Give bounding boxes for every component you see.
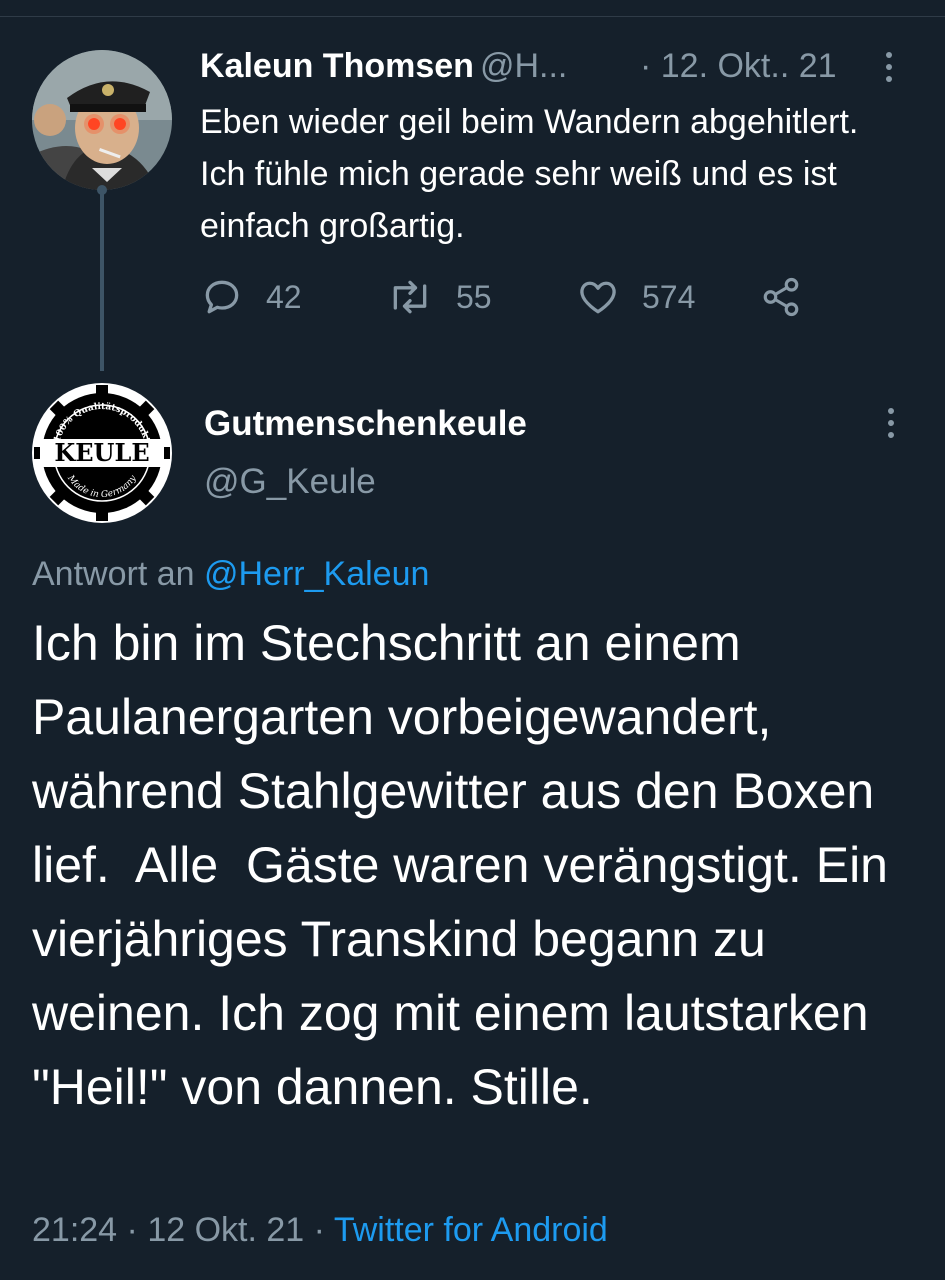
parent-more-options-icon[interactable]	[884, 52, 894, 88]
parent-handle[interactable]: @H...	[480, 47, 567, 85]
parent-tweet-header: Kaleun Thomsen @H... · 12. Okt.. 21	[200, 46, 880, 86]
thread-connector-line	[100, 193, 104, 371]
tweet-date[interactable]: 12 Okt. 21	[147, 1211, 304, 1249]
retweet-action[interactable]: 55	[386, 272, 492, 322]
parent-display-name[interactable]: Kaleun Thomsen	[200, 47, 474, 85]
parent-date[interactable]: · 12. Okt.. 21	[640, 46, 837, 86]
like-action[interactable]: 574	[576, 272, 695, 322]
tweet-time[interactable]: 21:24	[32, 1211, 117, 1249]
retweet-count: 55	[456, 278, 492, 315]
meta-separator-2: ·	[313, 1211, 325, 1249]
reply-tweet-text: Ich bin im Stechschritt an einem Paulane…	[32, 615, 902, 1115]
top-divider	[0, 0, 945, 17]
reply-handle[interactable]: @G_Keule	[204, 460, 376, 504]
heart-icon	[580, 281, 616, 314]
reply-more-options-icon[interactable]	[886, 408, 896, 444]
reply-to-prefix: Antwort an	[32, 555, 195, 593]
avatar-kaleun-thomsen[interactable]	[32, 50, 172, 190]
reply-action[interactable]: 42	[200, 272, 302, 322]
share-icon	[763, 277, 799, 317]
svg-text:KEULE: KEULE	[54, 438, 149, 467]
tweet-meta: 21:24 · 12 Okt. 21 · Twitter for Android	[32, 1208, 608, 1252]
parent-tweet-text: Eben wieder geil beim Wandern abgehitler…	[200, 103, 859, 245]
share-action[interactable]	[760, 272, 824, 322]
reply-display-name[interactable]: Gutmenschenkeule	[204, 402, 527, 446]
reply-to-line: Antwort an @Herr_Kaleun	[32, 552, 429, 596]
retweet-icon	[393, 280, 427, 314]
like-count: 574	[642, 278, 696, 315]
tweet-source-link[interactable]: Twitter for Android	[334, 1211, 608, 1249]
parent-tweet-actions: 42 55 574	[200, 272, 820, 322]
avatar-gutmenschenkeule[interactable]: 100% Qualitätsprodukt KEULE Made in Germ…	[32, 383, 172, 523]
reply-to-handle-link[interactable]: @Herr_Kaleun	[204, 555, 429, 593]
reply-icon	[205, 280, 239, 314]
keule-logo-icon: 100% Qualitätsprodukt KEULE Made in Germ…	[32, 383, 172, 523]
meta-separator-1: ·	[126, 1211, 138, 1249]
avatar-image	[32, 50, 172, 190]
reply-count: 42	[266, 278, 302, 315]
